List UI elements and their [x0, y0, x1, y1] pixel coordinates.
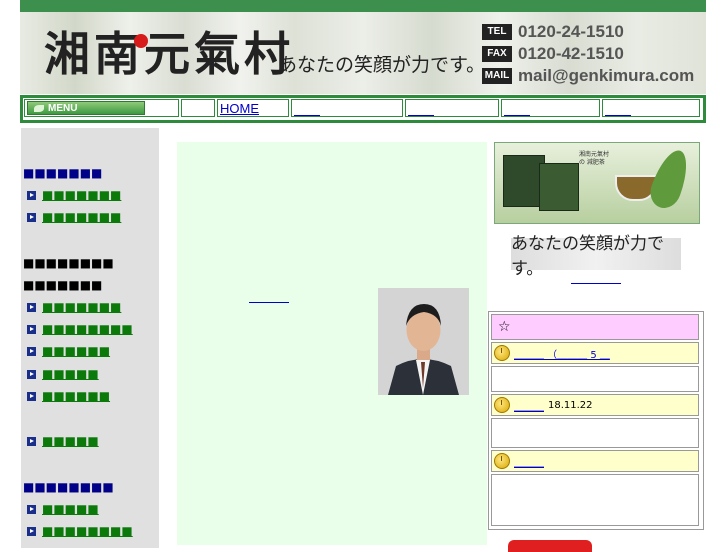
- clock-icon: [494, 453, 510, 469]
- mail-label: MAIL: [482, 68, 512, 84]
- tel-label: TEL: [482, 24, 512, 40]
- arrow-bullet-icon: [27, 436, 36, 446]
- sidebar-heading-2: ■■■■■■■■: [23, 256, 114, 270]
- arrow-bullet-icon: [27, 391, 36, 401]
- sidebar-heading-2b: ■■■■■■■: [23, 278, 103, 292]
- nav-home-cell: HOME: [217, 99, 289, 117]
- contact-fax: FAX 0120-42-1510: [482, 44, 704, 64]
- sidebar-item[interactable]: ■■■■■■■: [27, 188, 121, 202]
- news-date: 18.11.22: [548, 399, 593, 411]
- news-link[interactable]: ＿＿＿: [514, 398, 544, 413]
- contact-mail: MAIL mail@genkimura.com: [482, 66, 704, 86]
- arrow-bullet-icon: [27, 302, 36, 312]
- header-tagline: あなたの笑顔が力です。: [278, 54, 486, 76]
- sidebar-item[interactable]: ■■■■■■■■: [27, 524, 133, 538]
- sidebar-item[interactable]: ■■■■■■: [27, 344, 110, 358]
- sidebar-item[interactable]: ■■■■■■■: [27, 300, 121, 314]
- nav-cell-2: ＿＿: [405, 99, 499, 117]
- sidebar-item[interactable]: ■■■■■■: [27, 389, 110, 403]
- main-nav: MENU HOME ＿＿ ＿＿ ＿＿ ＿＿: [20, 95, 706, 123]
- news-box: ☆ ＿＿＿ （＿＿＿ 5 ＿ ＿＿＿ 18.11.22 ＿＿＿: [488, 311, 704, 530]
- arrow-bullet-icon: [27, 190, 36, 200]
- arrow-bullet-icon: [27, 212, 36, 222]
- product-box-icon: [539, 163, 579, 211]
- content-link[interactable]: [249, 292, 289, 303]
- sidebar-item[interactable]: ■■■■■■■: [27, 210, 121, 224]
- menu-button[interactable]: MENU: [27, 101, 145, 115]
- nav-link-2[interactable]: ＿＿: [408, 99, 434, 118]
- nav-cell-1: ＿＿: [291, 99, 403, 117]
- fax-number: 0120-42-1510: [518, 44, 624, 63]
- contact-tel: TEL 0120-24-1510: [482, 22, 704, 42]
- fax-label: FAX: [482, 46, 512, 62]
- news-body: [491, 474, 699, 526]
- nav-empty-cell: [181, 99, 215, 117]
- sidebar-item[interactable]: ■■■■■: [27, 434, 99, 448]
- slogan-banner: あなたの笑顔が力です。: [511, 234, 681, 279]
- sidebar: ■■■■■■■ ■■■■■■■ ■■■■■■■ ■■■■■■■■ ■■■■■■■…: [21, 128, 159, 548]
- arrow-bullet-icon: [27, 369, 36, 379]
- logo-red-dot: [134, 34, 148, 48]
- site-logo[interactable]: 湘南元氣村: [44, 18, 294, 84]
- sidebar-item[interactable]: ■■■■■: [27, 502, 99, 516]
- staff-photo: [378, 288, 469, 395]
- nav-menu-cell: MENU: [24, 99, 179, 117]
- header-banner: 湘南元氣村 あなたの笑顔が力です。 TEL 0120-24-1510 FAX 0…: [20, 12, 706, 94]
- portrait-image: [378, 288, 469, 395]
- product-caption: 湘南元氣村の 減肥茶: [579, 151, 610, 166]
- nav-home-link[interactable]: HOME: [220, 101, 259, 116]
- arrow-bullet-icon: [27, 346, 36, 356]
- nav-cell-3: ＿＿: [501, 99, 600, 117]
- product-banner[interactable]: 湘南元氣村の 減肥茶: [494, 142, 700, 224]
- sidebar-item[interactable]: ■■■■■: [27, 367, 99, 381]
- nav-link-4[interactable]: ＿＿: [605, 99, 631, 118]
- leaf-icon: [34, 104, 44, 112]
- menu-label: MENU: [48, 102, 78, 114]
- news-item[interactable]: ＿＿＿ （＿＿＿ 5 ＿: [491, 342, 699, 364]
- clock-icon: [494, 397, 510, 413]
- bottom-banner-partial[interactable]: [508, 540, 592, 552]
- mail-address[interactable]: mail@genkimura.com: [518, 66, 694, 86]
- news-link[interactable]: ＿＿＿ （＿＿＿ 5 ＿: [514, 346, 610, 361]
- top-bar: [20, 0, 706, 12]
- sidebar-heading-1: ■■■■■■■: [23, 166, 103, 180]
- sidebar-item[interactable]: ■■■■■■■■: [27, 322, 133, 336]
- news-body: [491, 366, 699, 392]
- news-item[interactable]: ＿＿＿: [491, 450, 699, 472]
- arrow-bullet-icon: [27, 504, 36, 514]
- news-link[interactable]: ＿＿＿: [514, 454, 544, 469]
- clock-icon: [494, 345, 510, 361]
- arrow-bullet-icon: [27, 324, 36, 334]
- sidebar-heading-3: ■■■■■■■■: [23, 480, 114, 494]
- news-item[interactable]: ＿＿＿ 18.11.22: [491, 394, 699, 416]
- slogan-link[interactable]: [571, 281, 621, 284]
- contact-info: TEL 0120-24-1510 FAX 0120-42-1510 MAIL m…: [482, 22, 704, 88]
- nav-link-3[interactable]: ＿＿: [504, 99, 530, 118]
- nav-link-1[interactable]: ＿＿: [294, 99, 320, 118]
- news-header: ☆: [491, 314, 699, 340]
- arrow-bullet-icon: [27, 526, 36, 536]
- nav-cell-4: ＿＿: [602, 99, 700, 117]
- tel-number: 0120-24-1510: [518, 22, 624, 41]
- tea-leaf-icon: [645, 145, 695, 213]
- news-body: [491, 418, 699, 448]
